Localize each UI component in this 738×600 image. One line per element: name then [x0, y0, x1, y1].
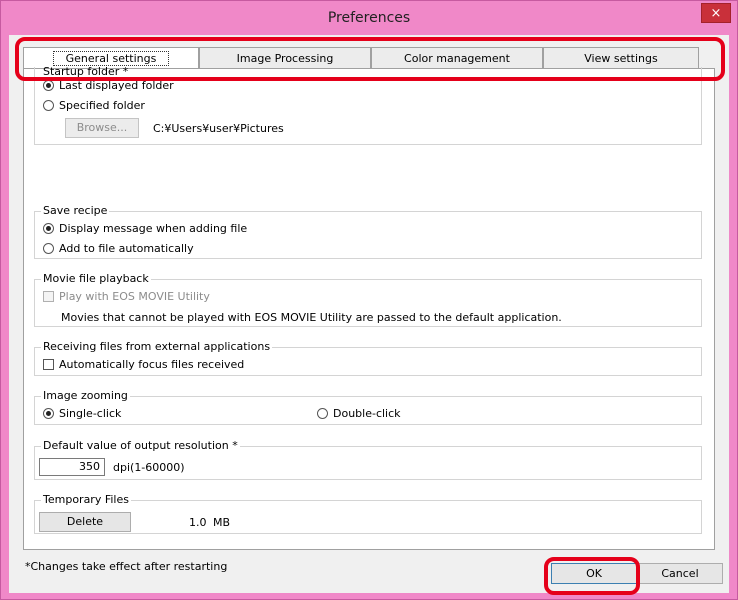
general-settings-panel: Startup folder * Last displayed folder S… [23, 65, 715, 550]
dialog-client-area: General settings Image Processing Color … [9, 35, 729, 593]
radio-add-automatically[interactable]: Add to file automatically [43, 242, 194, 255]
restart-note: *Changes take effect after restarting [25, 560, 228, 573]
radio-unselected-icon [43, 243, 54, 254]
checkbox-play-eos-movie-utility[interactable]: Play with EOS MOVIE Utility [43, 290, 210, 303]
radio-label: Add to file automatically [59, 242, 194, 255]
browse-button[interactable]: Browse... [65, 118, 139, 138]
cancel-button[interactable]: Cancel [637, 563, 723, 584]
movie-playback-title: Movie file playback [41, 272, 151, 285]
checkbox-label: Automatically focus files received [59, 358, 245, 371]
save-recipe-title: Save recipe [41, 204, 110, 217]
radio-label: Single-click [59, 407, 122, 420]
radio-unselected-icon [43, 100, 54, 111]
startup-folder-path: C:¥Users¥user¥Pictures [153, 122, 284, 135]
radio-display-message[interactable]: Display message when adding file [43, 222, 247, 235]
movie-playback-group: Movie file playback Play with EOS MOVIE … [34, 272, 702, 327]
radio-label: Specified folder [59, 99, 145, 112]
output-resolution-group: Default value of output resolution * 350… [34, 439, 702, 480]
ok-highlight-box [544, 557, 640, 595]
window-title: Preferences [327, 10, 411, 26]
radio-selected-icon [43, 80, 54, 91]
image-zooming-group: Image zooming Single-click Double-click [34, 389, 702, 425]
close-button[interactable]: × [701, 3, 731, 23]
checkbox-unchecked-icon [43, 359, 54, 370]
output-resolution-title: Default value of output resolution * [41, 439, 240, 452]
radio-label: Display message when adding file [59, 222, 248, 235]
resolution-unit: dpi(1-60000) [113, 461, 185, 474]
receiving-files-group: Receiving files from external applicatio… [34, 340, 702, 376]
tabs-highlight-box [15, 37, 725, 81]
receiving-files-title: Receiving files from external applicatio… [41, 340, 273, 353]
temp-files-size-unit: MB [213, 516, 231, 529]
radio-selected-icon [43, 408, 54, 419]
radio-selected-icon [43, 223, 54, 234]
checkbox-label: Play with EOS MOVIE Utility [59, 290, 210, 303]
radio-double-click[interactable]: Double-click [317, 407, 401, 420]
temporary-files-group: Temporary Files Delete 1.0 MB [34, 493, 702, 534]
radio-label: Double-click [333, 407, 401, 420]
radio-single-click[interactable]: Single-click [43, 407, 121, 420]
temporary-files-title: Temporary Files [41, 493, 131, 506]
title-bar: Preferences × [1, 1, 737, 35]
radio-specified-folder[interactable]: Specified folder [43, 99, 145, 112]
delete-button[interactable]: Delete [39, 512, 131, 532]
preferences-window: Preferences × General settings Image Pro… [0, 0, 738, 600]
image-zooming-title: Image zooming [41, 389, 130, 402]
checkbox-disabled-icon [43, 291, 54, 302]
resolution-input[interactable]: 350 [39, 458, 105, 476]
temp-files-size: 1.0 [189, 516, 207, 529]
save-recipe-group: Save recipe Display message when adding … [34, 204, 702, 259]
radio-unselected-icon [317, 408, 328, 419]
checkbox-focus-files-received[interactable]: Automatically focus files received [43, 358, 244, 371]
movie-playback-note: Movies that cannot be played with EOS MO… [61, 311, 562, 324]
